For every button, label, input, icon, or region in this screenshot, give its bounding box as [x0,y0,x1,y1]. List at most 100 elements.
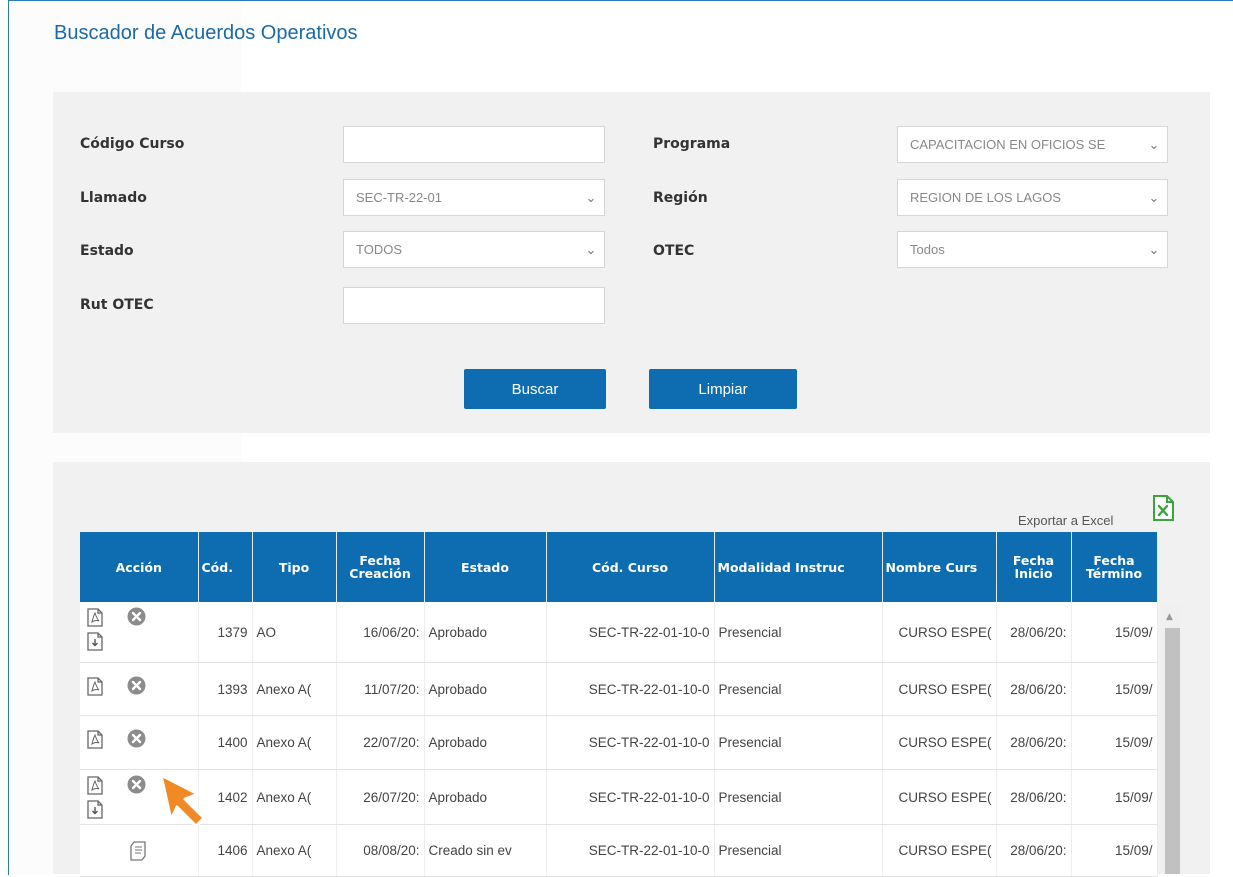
buscar-button[interactable]: Buscar [464,369,606,409]
cancel-icon[interactable] [127,607,146,629]
col-header-fecha-inicio[interactable]: Fecha Inicio [996,532,1072,602]
col-header-modalidad[interactable]: Modalidad Instruc [714,532,883,602]
cod-curso-cell: SEC-TR-22-01-10-0 [546,662,715,716]
codigo-curso-label: Código Curso [80,136,185,152]
action-cell [80,602,199,663]
col-header-fecha-inicio-label: Fecha Inicio [1012,553,1055,581]
estado-cell: Creado sin ev [424,824,547,877]
table-row[interactable]: 1406 Anexo A(08/08/20: Creado sin ev SEC-TR… [80,824,1158,877]
action-cell [80,662,199,716]
col-header-cod[interactable]: Cód. [198,532,253,602]
region-select[interactable]: REGION DE LOS LAGOS ⌄ [897,179,1168,216]
modalidad-cell: Presencial [714,602,883,663]
col-header-estado[interactable]: Estado [424,532,547,602]
pdf-icon[interactable] [87,608,103,630]
col-header-fecha-creacion-label: Fecha Creación [349,553,411,581]
chevron-down-icon: ⌄ [585,189,597,205]
llamado-value: SEC-TR-22-01 [356,190,442,205]
fecha-creacion-cell: 26/07/20: [336,769,425,825]
otec-select[interactable]: Todos ⌄ [897,231,1168,268]
col-header-fecha-termino-label: Fecha Término [1085,553,1143,581]
codigo-curso-input[interactable] [343,126,605,163]
fecha-termino-cell: 15/09/ [1071,662,1158,716]
fecha-inicio-cell: 28/06/20: [996,662,1072,716]
col-header-cod-curso[interactable]: Cód. Curso [546,532,715,602]
mouse-pointer-icon [159,773,206,828]
cod-cell: 1379 [198,602,253,663]
page-title: Buscador de Acuerdos Operativos [54,22,358,44]
nombre-curso-cell: CURSO ESPE( [882,769,997,825]
col-header-tipo[interactable]: Tipo [252,532,337,602]
tipo-cell: Anexo A( [252,824,337,877]
cod-cell: 1393 [198,662,253,716]
cod-curso-cell: SEC-TR-22-01-10-0 [546,824,715,877]
limpiar-button[interactable]: Limpiar [649,369,797,409]
pdf-download-icon[interactable] [87,632,103,654]
col-header-fecha-termino[interactable]: Fecha Término [1071,532,1158,602]
results-table: Acción Cód. Tipo Fecha Creación Estado C… [80,532,1158,877]
fecha-termino-cell: 15/09/ [1071,715,1158,770]
otec-label: OTEC [653,243,695,259]
estado-select[interactable]: TODOS ⌄ [343,231,605,268]
pdf-icon[interactable] [87,677,103,699]
export-excel-link[interactable]: Exportar a Excel [1018,513,1113,528]
pdf-icon[interactable] [87,730,103,752]
tipo-cell: Anexo A( [252,715,337,770]
estado-cell: Aprobado [424,715,547,770]
fecha-termino-cell: 15/09/ [1071,769,1158,825]
rut-otec-label: Rut OTEC [80,297,154,313]
programa-label: Programa [653,136,731,152]
fecha-termino-cell: 15/09/ [1071,824,1158,877]
llamado-select[interactable]: SEC-TR-22-01 ⌄ [343,179,605,216]
estado-value: TODOS [356,242,402,257]
modalidad-cell: Presencial [714,715,883,770]
fecha-inicio-cell: 28/06/20: [996,824,1072,877]
tipo-cell: Anexo A( [252,662,337,716]
pdf-icon[interactable] [87,776,103,798]
estado-label: Estado [80,243,134,259]
table-header-row: Acción Cód. Tipo Fecha Creación Estado C… [80,532,1158,602]
col-header-accion[interactable]: Acción [80,532,199,602]
col-header-fecha-creacion[interactable]: Fecha Creación [336,532,425,602]
chevron-down-icon: ⌄ [1148,136,1160,152]
table-row[interactable]: 1393 Anexo A(11/07/20: Aprobado SEC-TR-22-0… [80,662,1158,716]
cod-curso-cell: SEC-TR-22-01-10-0 [546,602,715,663]
tipo-cell: Anexo A( [252,769,337,825]
estado-cell: Aprobado [424,662,547,716]
nombre-curso-cell: CURSO ESPE( [882,602,997,663]
fecha-creacion-cell: 11/07/20: [336,662,425,716]
fecha-creacion-cell: 16/06/20: [336,602,425,663]
excel-icon[interactable] [1152,495,1174,521]
programa-select[interactable]: CAPACITACION EN OFICIOS SE ⌄ [897,126,1168,163]
fecha-creacion-cell: 08/08/20: [336,824,425,877]
cod-curso-cell: SEC-TR-22-01-10-0 [546,715,715,770]
table-row[interactable]: 1402 Anexo A(26/07/20: Aprobado SEC-TR-22-0… [80,769,1158,825]
fecha-inicio-cell: 28/06/20: [996,602,1072,663]
pdf-download-icon[interactable] [87,800,103,822]
cancel-icon[interactable] [127,676,146,698]
modalidad-cell: Presencial [714,769,883,825]
fecha-termino-cell: 15/09/ [1071,602,1158,663]
nombre-curso-cell: CURSO ESPE( [882,662,997,716]
region-label: Región [653,190,708,206]
cancel-icon[interactable] [127,729,146,751]
document-icon[interactable] [129,841,147,864]
modalidad-cell: Presencial [714,824,883,877]
chevron-down-icon: ⌄ [1148,241,1160,257]
action-cell [80,715,199,770]
cancel-icon[interactable] [127,775,146,797]
modalidad-cell: Presencial [714,662,883,716]
table-row[interactable]: 1379 AO 16/06/20: Aprobado SEC-TR-22-01-10-0… [80,602,1158,663]
cod-cell: 1406 [198,824,253,877]
table-row[interactable]: 1400 Anexo A(22/07/20: Aprobado SEC-TR-22-0… [80,715,1158,770]
cod-curso-cell: SEC-TR-22-01-10-0 [546,769,715,825]
fecha-creacion-cell: 22/07/20: [336,715,425,770]
estado-cell: Aprobado [424,769,547,825]
fecha-inicio-cell: 28/06/20: [996,715,1072,770]
region-value: REGION DE LOS LAGOS [910,190,1061,205]
col-header-nombre-curso[interactable]: Nombre Curs [882,532,997,602]
scrollbar-thumb[interactable] [1165,628,1180,874]
action-cell [80,824,199,877]
scroll-up-arrow-icon[interactable]: ▲ [1166,612,1173,622]
rut-otec-input[interactable] [343,287,605,324]
